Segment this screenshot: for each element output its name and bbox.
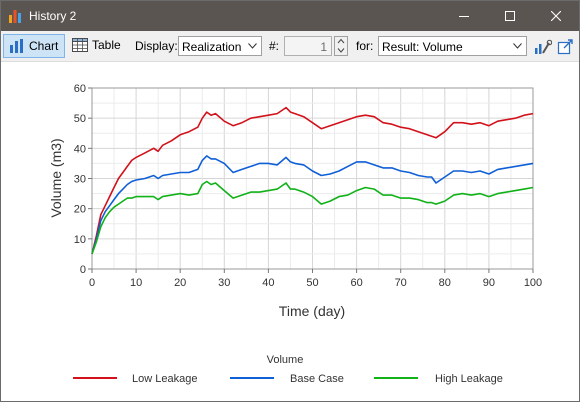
spin-up-icon: [337, 38, 345, 44]
x-tick-label: 80: [439, 277, 451, 289]
chart-panel: 0 10 20 30 40 50 60 70 80 90 100 0 10 20 30 40 50 60 Time…: [1, 62, 579, 401]
close-button[interactable]: [533, 1, 579, 31]
legend-title: Volume: [267, 354, 304, 366]
history-window: History 2 Chart Table Display: Realizati…: [0, 0, 580, 402]
table-grid-icon: [72, 38, 88, 52]
maximize-icon: [505, 11, 515, 21]
y-tick-label: 60: [74, 83, 86, 95]
minimize-icon: [459, 16, 469, 17]
result-select-value: Result: Volume: [382, 40, 463, 54]
x-tick-label: 20: [174, 277, 186, 289]
bar-chart-icon: [10, 39, 23, 53]
x-tick-label: 90: [483, 277, 495, 289]
spin-down-icon: [337, 48, 345, 53]
y-axis-title: Volume (m3): [48, 138, 64, 217]
x-tick-label: 10: [130, 277, 142, 289]
legend-label: High Leakage: [435, 373, 503, 385]
table-view-label: Table: [92, 38, 121, 52]
toolbar: Chart Table Display: Realization #: 1 fo…: [1, 31, 579, 62]
table-view-button[interactable]: Table: [67, 34, 123, 56]
maximize-button[interactable]: [487, 1, 533, 31]
x-axis-title: Time (day): [279, 303, 345, 319]
result-select[interactable]: Result: Volume: [378, 36, 527, 56]
display-label: Display:: [135, 39, 178, 53]
y-tick-label: 50: [74, 113, 86, 125]
chart-app-icon: [9, 10, 21, 23]
chevron-down-icon: [248, 43, 257, 49]
chart-properties-icon[interactable]: [534, 39, 552, 55]
display-select[interactable]: Realization: [178, 36, 262, 56]
realization-spinner[interactable]: [334, 36, 348, 56]
volume-history-chart: 0 10 20 30 40 50 60 70 80 90 100 0 10 20 30 40 50 60 Time…: [48, 83, 542, 385]
x-tick-label: 100: [524, 277, 542, 289]
window-title: History 2: [29, 9, 77, 23]
axis-ticks: 0 10 20 30 40 50 60 70 80 90 100 0 10 20 30 40 50 60: [74, 83, 542, 289]
chevron-down-icon: [513, 43, 522, 49]
y-tick-label: 20: [74, 204, 86, 216]
x-tick-label: 70: [395, 277, 407, 289]
chart-view-label: Chart: [29, 39, 59, 53]
legend-label: Low Leakage: [132, 373, 197, 385]
x-tick-label: 30: [218, 277, 230, 289]
x-tick-label: 60: [350, 277, 362, 289]
title-bar[interactable]: History 2: [1, 1, 579, 31]
number-label: #:: [269, 39, 280, 53]
legend-label: Base Case: [290, 373, 344, 385]
y-tick-label: 40: [74, 143, 86, 155]
y-tick-label: 10: [74, 234, 86, 246]
realization-number-field[interactable]: 1: [284, 36, 332, 56]
minimize-button[interactable]: [441, 1, 487, 31]
realization-number-value: 1: [320, 40, 327, 54]
chart-view-button[interactable]: Chart: [3, 34, 65, 58]
export-icon[interactable]: [557, 39, 575, 55]
x-tick-label: 50: [306, 277, 318, 289]
for-label: for:: [356, 39, 374, 53]
y-tick-label: 0: [80, 264, 86, 276]
legend: Low Leakage Base Case High Leakage: [73, 373, 503, 385]
x-tick-label: 0: [89, 277, 95, 289]
display-select-value: Realization: [182, 40, 242, 54]
y-tick-label: 30: [74, 174, 86, 186]
x-tick-label: 40: [262, 277, 274, 289]
close-icon: [551, 11, 561, 21]
